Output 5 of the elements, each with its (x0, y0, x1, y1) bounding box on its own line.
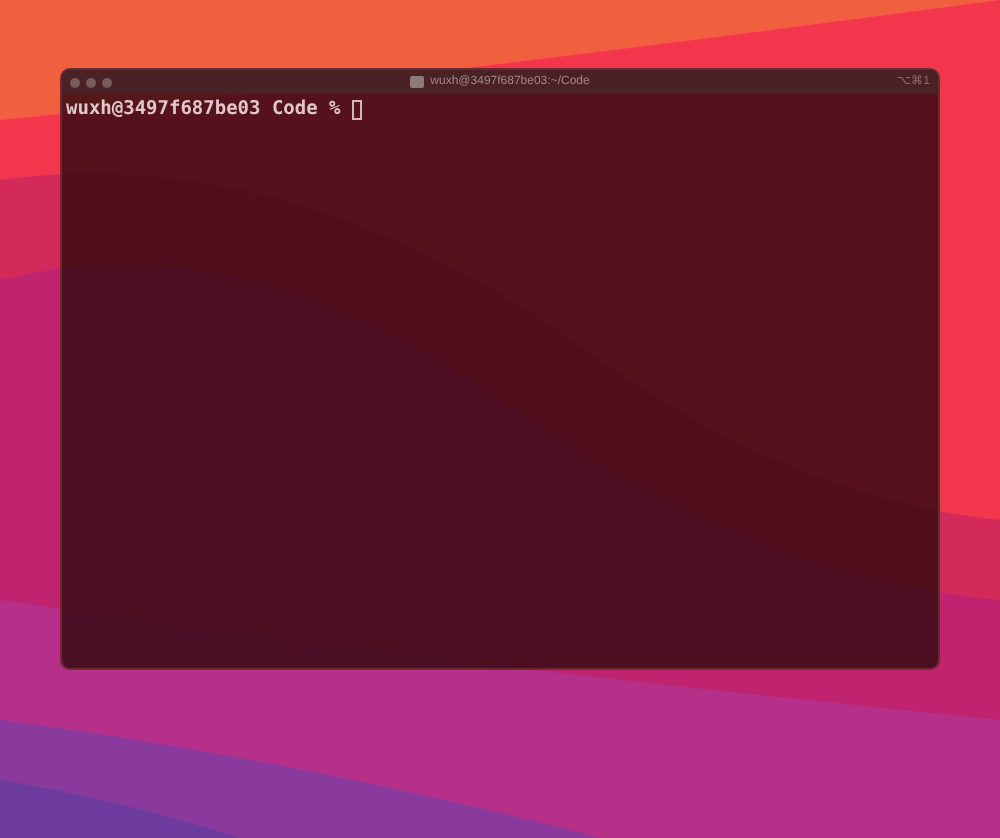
folder-icon (410, 76, 425, 88)
window-control[interactable] (102, 77, 112, 87)
window-control[interactable] (86, 77, 96, 87)
prompt-text: wuxh@3497f687be03 Code % (66, 100, 343, 120)
window-control[interactable] (70, 77, 80, 87)
